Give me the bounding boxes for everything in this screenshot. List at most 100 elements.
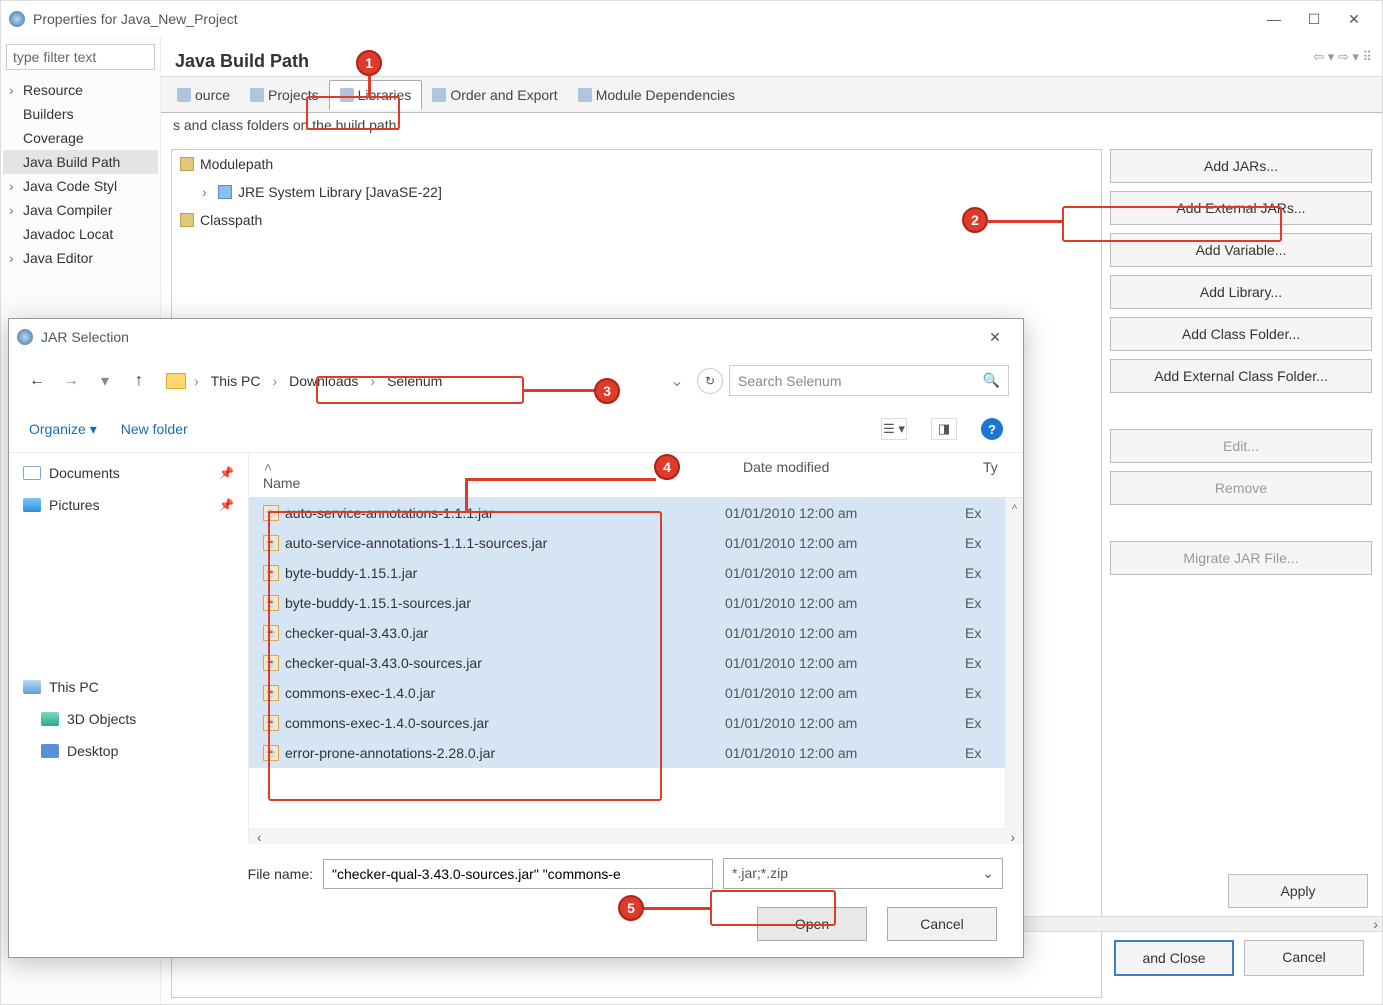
refresh-button[interactable]: ↻ — [697, 368, 723, 394]
file-row[interactable]: ☕byte-buddy-1.15.1.jar01/01/2010 12:00 a… — [249, 558, 1005, 588]
preview-pane-button[interactable]: ◨ — [931, 418, 957, 440]
file-date: 01/01/2010 12:00 am — [725, 685, 965, 701]
nav-item[interactable] — [9, 521, 248, 553]
nav-item[interactable]: Desktop — [9, 735, 248, 767]
view-mode-button[interactable]: ☰ ▾ — [881, 418, 907, 440]
file-row[interactable]: ☕error-prone-annotations-2.28.0.jar01/01… — [249, 738, 1005, 768]
blank-icon — [23, 626, 41, 640]
add-variable-button[interactable]: Add Variable... — [1110, 233, 1372, 267]
jre-label[interactable]: JRE System Library [JavaSE-22] — [238, 184, 442, 200]
buttons-column: Add JARs... Add External JARs... Add Var… — [1102, 143, 1382, 998]
nav-item[interactable]: Documents📌 — [9, 457, 248, 489]
file-row[interactable]: ☕auto-service-annotations-1.1.1-sources.… — [249, 528, 1005, 558]
left-navigation[interactable]: Documents📌Pictures📌 This PC 3D ObjectsDes… — [9, 453, 249, 844]
breadcrumb-selenum[interactable]: Selenum — [383, 371, 446, 391]
tree-item[interactable]: ›Java Code Styl — [3, 174, 158, 198]
nav-history[interactable]: ⇦ ▾ ⇨ ▾ ⠿ — [1313, 49, 1372, 65]
file-date: 01/01/2010 12:00 am — [725, 565, 965, 581]
search-input[interactable]: Search Selenum 🔍 — [729, 365, 1009, 396]
tree-item[interactable]: ›Java Compiler — [3, 198, 158, 222]
migrate-jar-button[interactable]: Migrate JAR File... — [1110, 541, 1372, 575]
maximize-button[interactable]: ☐ — [1294, 4, 1334, 34]
file-row[interactable]: ☕checker-qual-3.43.0.jar01/01/2010 12:00… — [249, 618, 1005, 648]
marker-4: 4 — [654, 454, 680, 480]
file-row[interactable]: ☕byte-buddy-1.15.1-sources.jar01/01/2010… — [249, 588, 1005, 618]
nav-item[interactable]: This PC — [9, 671, 248, 703]
file-date: 01/01/2010 12:00 am — [725, 595, 965, 611]
tree-item[interactable]: ›Resource — [3, 78, 158, 102]
tree-item[interactable]: Javadoc Locat — [3, 222, 158, 246]
file-date: 01/01/2010 12:00 am — [725, 535, 965, 551]
col-type[interactable]: Ty — [983, 459, 1023, 491]
tab-label: Module Dependencies — [596, 87, 735, 103]
chevron-icon: › — [9, 82, 19, 98]
help-button[interactable]: ? — [981, 418, 1003, 440]
open-button[interactable]: Open — [757, 907, 867, 941]
organize-button[interactable]: Organize ▾ — [29, 421, 97, 438]
nav-item[interactable]: 3D Objects — [9, 703, 248, 735]
vertical-scrollbar[interactable]: ˄ — [1005, 498, 1023, 828]
tab[interactable]: Order and Export — [422, 81, 567, 109]
tab[interactable]: Projects — [240, 81, 329, 109]
tab[interactable]: ource — [167, 81, 240, 109]
breadcrumb-downloads[interactable]: Downloads — [285, 371, 362, 391]
tree-item[interactable]: Java Build Path — [3, 150, 158, 174]
new-folder-button[interactable]: New folder — [121, 421, 188, 437]
apply-close-button[interactable]: and Close — [1114, 940, 1234, 976]
file-row[interactable]: ☕checker-qual-3.43.0-sources.jar01/01/20… — [249, 648, 1005, 678]
back-button[interactable]: ← — [23, 367, 51, 395]
buildpath-tabs: ourceProjectsLibrariesOrder and Export Mo… — [161, 77, 1382, 113]
nav-item[interactable] — [9, 585, 248, 617]
add-external-class-folder-button[interactable]: Add External Class Folder... — [1110, 359, 1372, 393]
filter-input[interactable]: type filter text — [6, 44, 155, 70]
jar-icon: ☕ — [263, 745, 279, 761]
apply-button[interactable]: Apply — [1228, 874, 1368, 908]
file-rows[interactable]: ☕auto-service-annotations-1.1.1.jar01/01… — [249, 498, 1005, 828]
filename-label: File name: — [248, 866, 313, 882]
tree-item-label: Builders — [23, 106, 74, 122]
col-name[interactable]: Name — [263, 475, 300, 491]
add-library-button[interactable]: Add Library... — [1110, 275, 1372, 309]
filename-input[interactable] — [323, 859, 713, 889]
tree-item[interactable]: Coverage — [3, 126, 158, 150]
marker-4-line-v — [465, 478, 468, 512]
remove-button[interactable]: Remove — [1110, 471, 1372, 505]
list-horizontal-scrollbar[interactable]: ‹› — [249, 828, 1023, 844]
col-date[interactable]: Date modified — [743, 459, 983, 491]
forward-button[interactable]: → — [57, 367, 85, 395]
file-date: 01/01/2010 12:00 am — [725, 715, 965, 731]
tree-item[interactable]: ›Java Editor — [3, 246, 158, 270]
dialog-cancel-button[interactable]: Cancel — [887, 907, 997, 941]
add-external-jars-button[interactable]: Add External JARs... — [1110, 191, 1372, 225]
tree-item[interactable]: Builders — [3, 102, 158, 126]
minimize-button[interactable]: — — [1254, 4, 1294, 34]
module-icon — [180, 157, 194, 171]
file-type-select[interactable]: *.jar;*.zip⌄ — [723, 858, 1003, 889]
nav-item[interactable] — [9, 553, 248, 585]
add-class-folder-button[interactable]: Add Class Folder... — [1110, 317, 1372, 351]
cancel-button[interactable]: Cancel — [1244, 940, 1364, 976]
file-row[interactable]: ☕commons-exec-1.4.0-sources.jar01/01/201… — [249, 708, 1005, 738]
tab-icon — [432, 88, 446, 102]
blank-icon — [23, 530, 41, 544]
desk-icon — [41, 744, 59, 758]
breadcrumb-dropdown[interactable]: ⌄ — [663, 367, 691, 395]
nav-item[interactable] — [9, 617, 248, 649]
file-name: commons-exec-1.4.0-sources.jar — [285, 715, 489, 731]
breadcrumb-pc[interactable]: This PC — [207, 371, 265, 391]
dialog-close-button[interactable]: ✕ — [975, 322, 1015, 352]
file-name: byte-buddy-1.15.1.jar — [285, 565, 417, 581]
tab[interactable]: Libraries — [329, 80, 423, 110]
nav-item-label: This PC — [49, 679, 99, 695]
file-row[interactable]: ☕commons-exec-1.4.0.jar01/01/2010 12:00 … — [249, 678, 1005, 708]
file-row[interactable]: ☕auto-service-annotations-1.1.1.jar01/01… — [249, 498, 1005, 528]
tab[interactable]: Module Dependencies — [568, 81, 745, 109]
chevron-icon: › — [9, 250, 19, 266]
up-button[interactable]: ↑ — [125, 367, 153, 395]
recent-button[interactable]: ▾ — [91, 367, 119, 395]
nav-item[interactable]: Pictures📌 — [9, 489, 248, 521]
close-button[interactable]: ✕ — [1334, 4, 1374, 34]
chevron-right-icon[interactable]: › — [202, 184, 212, 200]
add-jars-button[interactable]: Add JARs... — [1110, 149, 1372, 183]
edit-button[interactable]: Edit... — [1110, 429, 1372, 463]
